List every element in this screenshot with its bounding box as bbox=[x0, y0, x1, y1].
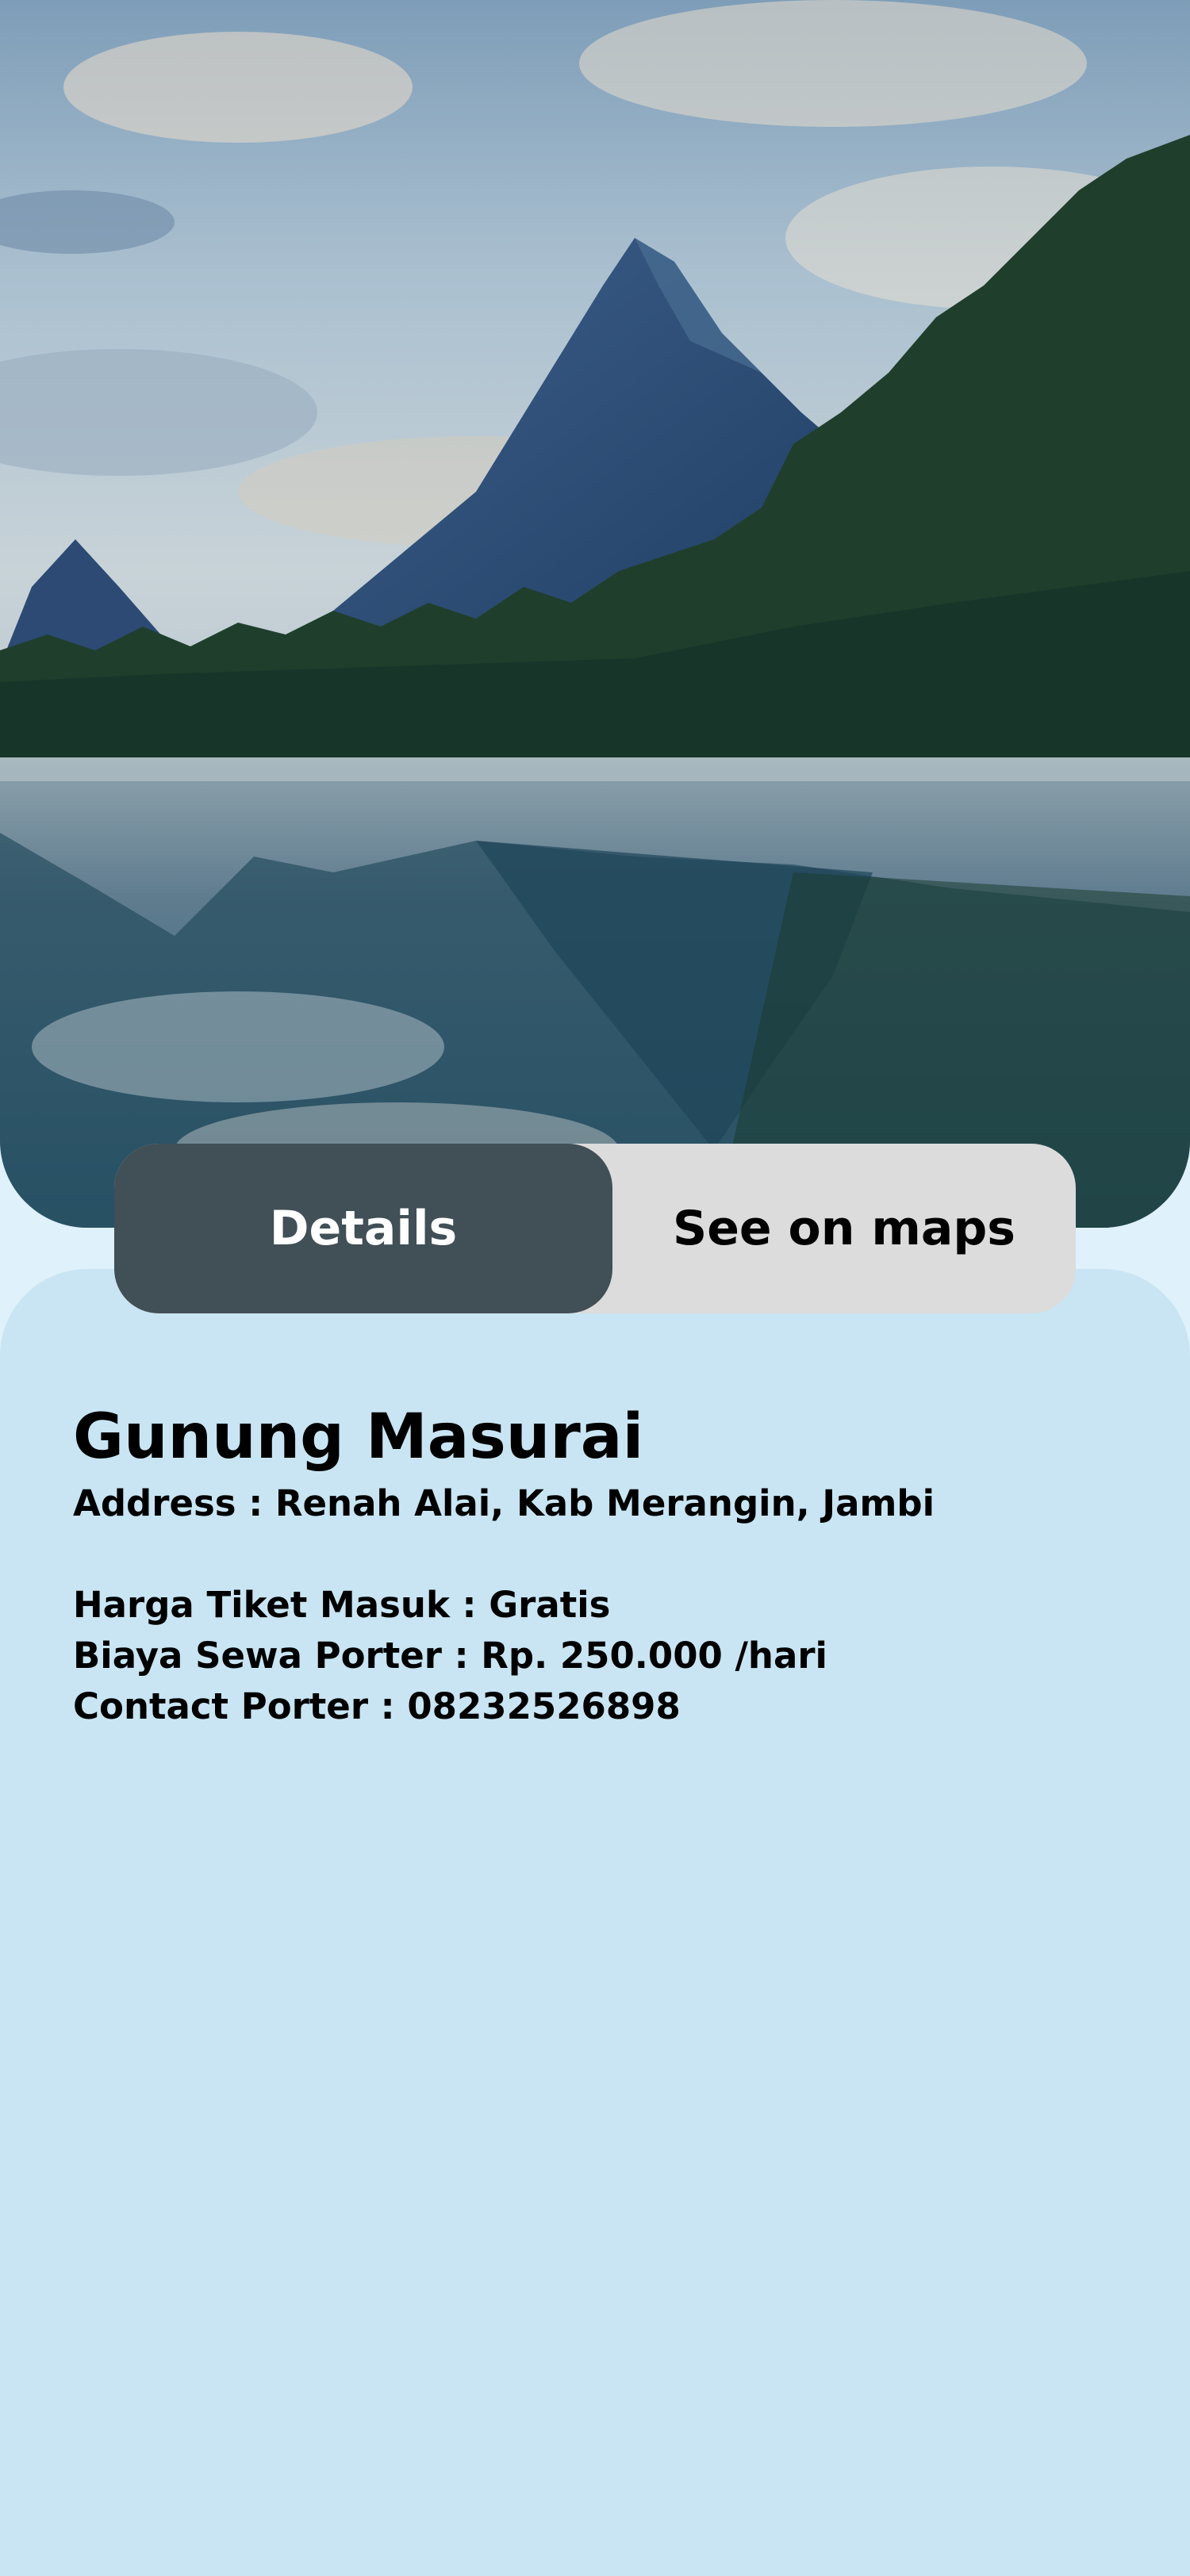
hero-image bbox=[0, 0, 1190, 1228]
place-details: Gunung Masurai Address : Renah Alai, Kab… bbox=[73, 1396, 1120, 1732]
place-address: Address : Renah Alai, Kab Merangin, Jamb… bbox=[73, 1482, 935, 1524]
porter-fee: Biaya Sewa Porter : Rp. 250.000 /hari bbox=[73, 1635, 827, 1677]
tab-bar: Details See on maps bbox=[114, 1144, 1076, 1313]
place-name: Gunung Masurai bbox=[73, 1401, 644, 1473]
tab-details[interactable]: Details bbox=[114, 1144, 612, 1313]
porter-contact: Contact Porter : 08232526898 bbox=[73, 1685, 681, 1727]
tab-see-on-maps[interactable]: See on maps bbox=[612, 1144, 1076, 1313]
ticket-price: Harga Tiket Masuk : Gratis bbox=[73, 1584, 611, 1626]
